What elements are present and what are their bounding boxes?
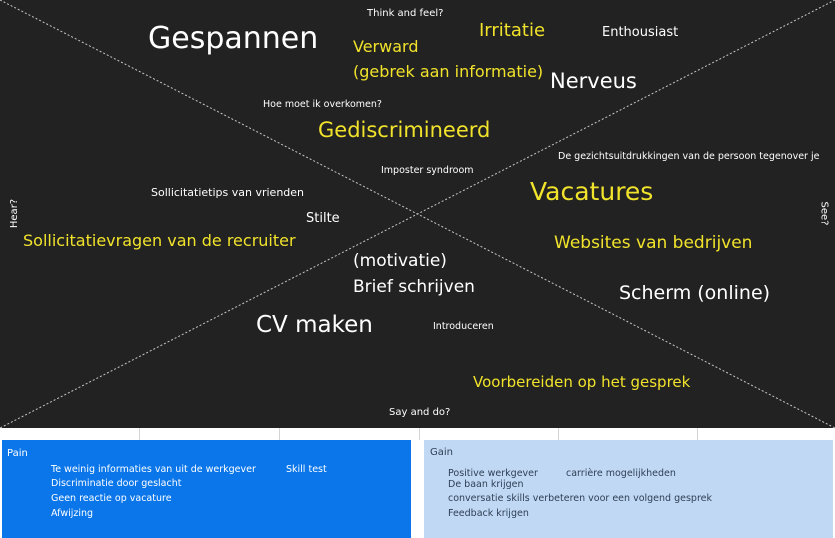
word-gezichtsuitdrukkingen: De gezichtsuitdrukkingen van de persoon …: [558, 151, 820, 162]
gain-title: Gain: [430, 447, 453, 458]
word-irritatie: Irritatie: [479, 20, 546, 41]
gain-panel: Gain Positive werkgever De baan krijgen …: [424, 440, 833, 538]
pain-item: Discriminatie door geslacht: [51, 478, 182, 489]
pain-panel: Pain Te weinig informaties van uit de we…: [2, 440, 411, 538]
word-nerveus: Nerveus: [550, 69, 637, 93]
word-scherm-online: Scherm (online): [619, 282, 771, 304]
word-stilte: Stilte: [306, 211, 340, 226]
word-brief-schrijven: Brief schrijven: [353, 277, 475, 297]
word-imposter-syndroom: Imposter syndroom: [381, 165, 474, 176]
label-say-and-do: Say and do?: [389, 407, 451, 418]
word-websites-van-bedrijven: Websites van bedrijven: [554, 233, 753, 253]
strip-tick: [419, 428, 420, 440]
pain-item: Geen reactie op vacature: [51, 493, 172, 504]
word-sollicitatietips: Sollicitatietips van vrienden: [151, 186, 305, 199]
word-verward: Verward: [353, 37, 419, 56]
label-see: See?: [818, 201, 830, 226]
word-cv-maken: CV maken: [256, 312, 373, 338]
gain-item: conversatie skills verbeteren voor een v…: [448, 493, 712, 504]
word-enthousiast: Enthousiast: [602, 25, 679, 40]
separator-strip: [0, 428, 835, 440]
word-vacatures: Vacatures: [530, 177, 654, 206]
gain-item: Feedback krijgen: [448, 508, 529, 519]
word-gespannen: Gespannen: [148, 21, 319, 56]
word-hoe-moet-ik-overkomen: Hoe moet ik overkomen?: [263, 99, 382, 110]
pain-item: Te weinig informaties van uit de werkgev…: [51, 464, 256, 475]
gain-item: Positive werkgever: [448, 468, 538, 479]
strip-tick: [697, 428, 698, 440]
strip-tick: [139, 428, 140, 440]
label-think-and-feel: Think and feel?: [367, 8, 444, 19]
word-gebrek-aan-informatie: (gebrek aan informatie): [353, 62, 544, 81]
word-sollicitatievragen: Sollicitatievragen van de recruiter: [23, 231, 296, 250]
pain-item: Afwijzing: [51, 508, 94, 519]
strip-tick: [558, 428, 559, 440]
word-voorbereiden: Voorbereiden op het gesprek: [473, 373, 691, 391]
gain-item-carriere: carrière mogelijkheden: [566, 468, 676, 479]
gain-item: De baan krijgen: [448, 479, 524, 490]
strip-tick: [279, 428, 280, 440]
label-hear: Hear?: [9, 198, 21, 229]
word-motivatie: (motivatie): [353, 251, 447, 271]
empathy-map-board: Think and feel? Say and do? Hear? See? G…: [0, 0, 835, 428]
pain-item-skill-test: Skill test: [286, 464, 327, 475]
word-gediscrimineerd: Gediscrimineerd: [318, 118, 491, 142]
word-introduceren: Introduceren: [433, 321, 494, 332]
pain-title: Pain: [7, 448, 28, 459]
